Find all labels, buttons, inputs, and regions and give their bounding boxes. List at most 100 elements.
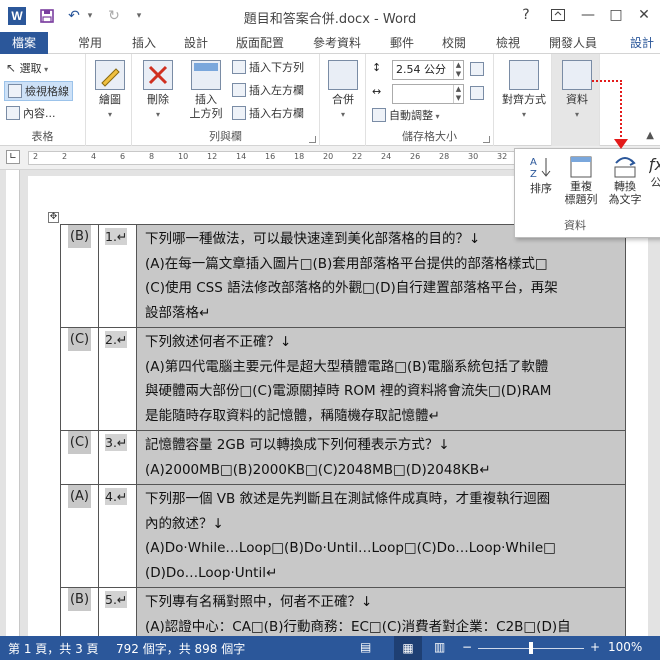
tab-developer[interactable]: 開發人員 [540,32,606,54]
print-layout-icon[interactable]: ▦ [394,636,422,660]
question-cell[interactable]: 下列那一個 VB 敘述是先判斷且在測試條件成真時，才重複執行迴圈 內的敘述？↓ (A… [136,484,626,588]
rows-columns-launcher-icon[interactable] [309,136,316,143]
insert-above-button[interactable]: 插入 上方列 [184,60,228,121]
distribute-rows-button[interactable] [470,60,487,80]
cell-size-group: ↕ 2.54 公分 ▲ ▼ ↔ ▲ ▼ 自動調整 ▾ 儲存格大小 [366,54,494,146]
question-number: 1.↵ [105,228,128,245]
table-move-handle[interactable]: ✥ [48,212,59,223]
zoom-out-button[interactable]: − [462,640,472,654]
question-cell[interactable]: 下列敘述何者不正確？↓ (A)第四代電腦主要元件是超大型積體電路□(B)電腦系統包… [136,327,626,431]
question-cell[interactable]: 下列哪一種做法，可以最快速達到美化部落格的目的？↓ (A)在每一篇文章插入圖片□(… [136,224,626,328]
vertical-ruler[interactable] [6,170,20,636]
cell-size-launcher-icon[interactable] [483,136,490,143]
tab-home[interactable]: 常用 [70,32,110,54]
view-gridlines-label: 檢視格線 [25,85,69,98]
arrow-head-icon [614,139,628,149]
table-row[interactable]: (A) 4.↵ 下列那一個 VB 敘述是先判斷且在測試條件成真時，才重複執行迴圈 內的… [60,484,626,588]
merge-cells-icon [328,60,358,90]
delete-button[interactable]: 刪除 ▾ [138,60,178,120]
rows-columns-group: 刪除 ▾ 插入 上方列 插入下方列 插入左方欄 插入右方欄 列與欄 [132,54,320,146]
tab-layout[interactable]: 版面配置 [226,32,294,54]
ruler-mark: 4 [91,152,97,161]
tab-references[interactable]: 參考資料 [304,32,370,54]
convert-to-text-button[interactable]: 轉換 為文字 [603,155,647,206]
formula-button[interactable]: ƒx 公 [649,155,660,190]
number-cell[interactable]: 5.↵ [98,587,137,636]
distribute-columns-icon [470,86,484,100]
question-cell[interactable]: 記憶體容量 2GB 可以轉換成下列何種表示方式？↓ (A)2000MB□(B)20… [136,430,626,485]
minimize-button[interactable]: — [576,4,600,26]
tab-table-design[interactable]: 設計 [622,32,660,54]
insert-above-label-2: 上方列 [189,107,223,120]
insert-right-button[interactable]: 插入右方欄 [232,104,304,124]
zoom-level[interactable]: 100% [608,640,642,654]
maximize-button[interactable]: □ [604,4,628,26]
answer-cell[interactable]: (A) [60,484,99,588]
answer-cell[interactable]: (C) [60,327,99,431]
help-button[interactable]: ? [514,4,538,26]
distribute-columns-button[interactable] [470,84,487,104]
row-height-input[interactable]: 2.54 公分 ▲ ▼ [392,60,464,80]
web-layout-icon[interactable]: ▥ [434,640,445,654]
questions-table[interactable]: (B) 1.↵ 下列哪一種做法，可以最快速達到美化部落格的目的？↓ (A)在每一篇文章… [60,224,626,636]
row-height-spinner[interactable]: ▲ ▼ [453,61,463,79]
page-count[interactable]: 第 1 頁，共 3 頁 [8,640,99,657]
column-width-spinner[interactable]: ▲ ▼ [453,85,463,103]
number-cell[interactable]: 1.↵ [98,224,137,328]
collapse-ribbon-icon[interactable]: ▲ [646,130,654,141]
zoom-slider-thumb[interactable] [529,642,533,654]
table-row[interactable]: (B) 1.↵ 下列哪一種做法，可以最快速達到美化部落格的目的？↓ (A)在每一篇文章… [60,224,626,328]
question-line: (D)Do…Loop·Until↵ [145,564,278,581]
ribbon: ↖ 選取 ▾ 檢視格線 內容... 表格 繪圖 ▾ 刪除 ▾ 插入 上方列 插入… [0,54,660,146]
chevron-down-icon: ▾ [574,110,579,119]
view-gridlines-button[interactable]: 檢視格線 [4,81,73,101]
answer-cell[interactable]: (B) [60,224,99,328]
question-line: (A)認證中心：CA□(B)行動商務：EC□(C)消費者對企業：C2B□(D)自 [145,618,571,635]
table-row[interactable]: (B) 5.↵ 下列專有名稱對照中，何者不正確？↓ (A)認證中心：CA□(B)行動商… [60,587,626,636]
tab-selector[interactable]: ∟ [6,150,20,164]
draw-button[interactable]: 繪圖 ▾ [92,60,128,120]
word-count[interactable]: 792 個字，共 898 個字 [116,640,245,657]
sort-button[interactable]: AZ 排序 [523,155,559,196]
question-line: 下列敘述何者不正確？↓ [145,334,292,350]
arrow-segment-vertical [620,80,622,144]
read-mode-icon[interactable]: ▤ [360,640,371,654]
select-cursor-icon: ↖ [6,61,17,75]
alignment-icon [509,60,539,90]
answer-cell[interactable]: (C) [60,430,99,485]
draw-group: 繪圖 ▾ [86,54,132,146]
answer-text: (C) [67,328,92,351]
tab-view[interactable]: 檢視 [488,32,528,54]
column-width-input[interactable]: ▲ ▼ [392,84,464,104]
close-button[interactable]: ✕ [632,4,656,26]
question-cell[interactable]: 下列專有名稱對照中，何者不正確？↓ (A)認證中心：CA□(B)行動商務：EC□(… [136,587,626,636]
autofit-button[interactable]: 自動調整 ▾ [372,106,440,126]
zoom-in-button[interactable]: + [590,640,600,654]
alignment-button[interactable]: 對齊方式 ▾ [500,60,548,120]
number-cell[interactable]: 4.↵ [98,484,137,588]
insert-right-label: 插入右方欄 [249,107,304,120]
number-cell[interactable]: 2.↵ [98,327,137,431]
table-row[interactable]: (C) 2.↵ 下列敘述何者不正確？↓ (A)第四代電腦主要元件是超大型積體電路□(B… [60,327,626,431]
ruler-mark: 2 [33,152,39,161]
properties-button[interactable]: 內容... [6,104,56,124]
tab-insert[interactable]: 插入 [124,32,164,54]
tab-mailings[interactable]: 郵件 [380,32,424,54]
ribbon-options-icon[interactable] [546,4,570,26]
data-button[interactable]: 資料 ▾ [558,60,596,120]
select-button[interactable]: ↖ 選取 ▾ [6,58,48,78]
sort-label: 排序 [530,182,552,195]
answer-cell[interactable]: (B) [60,587,99,636]
number-cell[interactable]: 3.↵ [98,430,137,485]
repeat-header-rows-button[interactable]: 重複 標題列 [561,155,601,206]
question-line: (C)使用 CSS 語法修改部落格的外觀□(D)自行建置部落格平台，再架 [145,280,558,296]
table-row[interactable]: (C) 3.↵ 記憶體容量 2GB 可以轉換成下列何種表示方式？↓ (A)2000MB… [60,430,626,485]
convert-to-text-icon [612,155,638,178]
question-line: 是能隨時存取資料的記憶體，稱隨機存取記憶體↵ [145,407,440,424]
tab-file[interactable]: 檔案 [0,32,48,54]
insert-below-button[interactable]: 插入下方列 [232,58,304,78]
insert-left-button[interactable]: 插入左方欄 [232,81,304,101]
merge-button[interactable]: 合併 ▾ [324,60,362,120]
tab-review[interactable]: 校閱 [434,32,474,54]
tab-design[interactable]: 設計 [176,32,216,54]
